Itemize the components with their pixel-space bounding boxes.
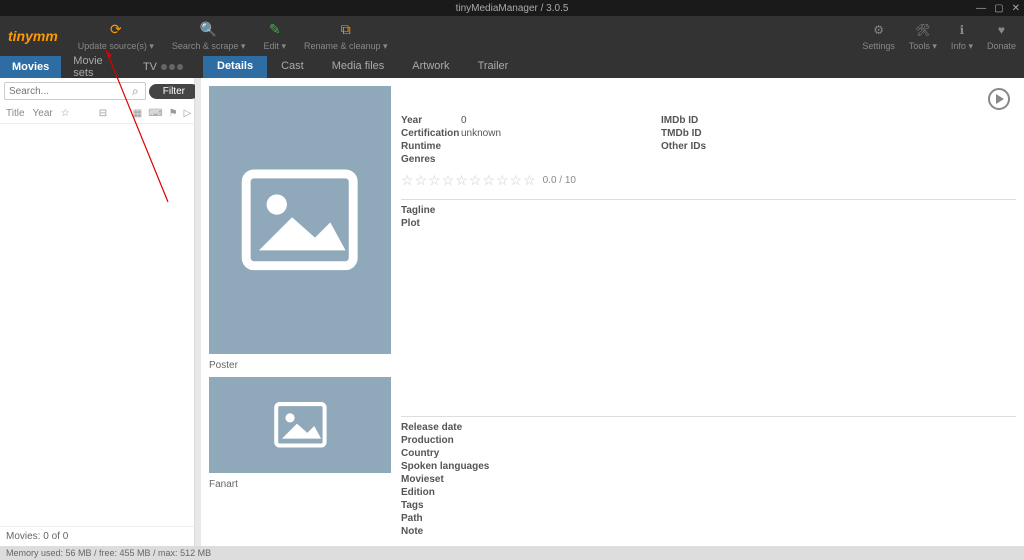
tab-tv[interactable]: TV [131, 56, 195, 78]
gear-icon: ⚙ [870, 21, 888, 39]
right-panel: Poster Fanart Year0 Certificat [201, 78, 1024, 546]
col-year[interactable]: Year [33, 108, 53, 119]
tab-details[interactable]: Details [203, 56, 267, 78]
star-icon: ☆ [415, 172, 428, 189]
rename-icon: ⧉ [337, 21, 355, 39]
col-title[interactable]: Title [6, 108, 25, 119]
column-headers: Title Year ☆ ⊟ ▦ ⌨ ⚑ ▷ ✎ [0, 104, 194, 124]
info-column: Year0 Certificationunknown Runtime Genre… [401, 86, 1016, 538]
window-title: tinyMediaManager / 3.0.5 [456, 3, 569, 14]
flag-icon[interactable]: ⚑ [169, 108, 178, 119]
star-icon: ☆ [442, 172, 455, 189]
statusbar: Memory used: 56 MB / free: 455 MB / max:… [0, 546, 1024, 560]
filter-button[interactable]: Filter [149, 84, 199, 99]
disc-icon[interactable]: ⊟ [99, 108, 127, 119]
search-input[interactable] [4, 82, 146, 100]
poster-caption: Poster [209, 360, 391, 371]
tab-media-files[interactable]: Media files [318, 56, 399, 78]
rating-stars: ☆☆☆☆☆☆☆☆☆☆ 0.0 / 10 [401, 172, 1016, 189]
movie-count: Movies: 0 of 0 [0, 526, 194, 546]
refresh-icon: ⟳ [107, 21, 125, 39]
movie-list [0, 124, 194, 526]
poster-placeholder [209, 86, 391, 354]
heart-icon: ♥ [992, 21, 1010, 39]
path-label: Path [401, 513, 491, 524]
tv-dots-icon [161, 64, 183, 70]
imdb-label: IMDb ID [661, 115, 721, 126]
star-icon: ☆ [428, 172, 441, 189]
star-icon: ☆ [510, 172, 523, 189]
runtime-label: Runtime [401, 141, 461, 152]
star-icon: ☆ [482, 172, 495, 189]
search-icon: ⌕ [132, 84, 139, 99]
tab-trailer[interactable]: Trailer [464, 56, 523, 78]
left-panel: ⌕ Filter Title Year ☆ ⊟ ▦ ⌨ ⚑ ▷ ✎ Movies… [0, 78, 195, 546]
spoken-label: Spoken languages [401, 461, 491, 472]
cert-value: unknown [461, 128, 501, 139]
info-button[interactable]: ℹ Info ▾ [951, 21, 973, 52]
cert-label: Certification [401, 128, 461, 139]
plot-label: Plot [401, 218, 461, 229]
play-button[interactable] [988, 88, 1010, 110]
image-icon[interactable]: ▦ [133, 108, 142, 119]
close-icon[interactable]: ✕ [1012, 3, 1020, 14]
placeholder-image-icon [264, 396, 337, 454]
maximize-icon[interactable]: ▢ [994, 3, 1003, 14]
tmdb-label: TMDb ID [661, 128, 721, 139]
update-sources-button[interactable]: ⟳ Update source(s) ▾ [78, 21, 154, 52]
fanart-placeholder [209, 377, 391, 473]
tab-movies[interactable]: Movies [0, 56, 61, 78]
info-icon: ℹ [953, 21, 971, 39]
toolbar: tinymm ⟳ Update source(s) ▾ 🔍 Search & s… [0, 16, 1024, 56]
memory-status: Memory used: 56 MB / free: 455 MB / max:… [6, 548, 211, 558]
other-ids-label: Other IDs [661, 141, 721, 152]
production-label: Production [401, 435, 491, 446]
genres-label: Genres [401, 154, 461, 165]
star-icon: ☆ [496, 172, 509, 189]
placeholder-image-icon [236, 126, 363, 314]
wrench-icon: 🛠 [914, 21, 932, 39]
titlebar: tinyMediaManager / 3.0.5 — ▢ ✕ [0, 0, 1024, 16]
play-icon[interactable]: ▷ [184, 108, 192, 119]
logo: tinymm [8, 28, 58, 44]
donate-button[interactable]: ♥ Donate [987, 21, 1016, 51]
movieset-label: Movieset [401, 474, 491, 485]
tab-moviesets[interactable]: Movie sets [61, 56, 131, 78]
tags-label: Tags [401, 500, 491, 511]
tools-button[interactable]: 🛠 Tools ▾ [909, 21, 937, 52]
star-icon[interactable]: ☆ [61, 108, 93, 119]
edition-label: Edition [401, 487, 491, 498]
release-label: Release date [401, 422, 491, 433]
tab-artwork[interactable]: Artwork [398, 56, 463, 78]
chat-icon[interactable]: ⌨ [148, 108, 162, 119]
year-label: Year [401, 115, 461, 126]
country-label: Country [401, 448, 491, 459]
minimize-icon[interactable]: — [976, 3, 986, 14]
rating-value: 0.0 / 10 [543, 175, 576, 186]
star-icon: ☆ [455, 172, 468, 189]
tab-cast[interactable]: Cast [267, 56, 318, 78]
settings-button[interactable]: ⚙ Settings [862, 21, 895, 51]
fanart-caption: Fanart [209, 479, 391, 490]
tabs-row: Movies Movie sets TV Details Cast Media … [0, 56, 1024, 78]
rename-cleanup-button[interactable]: ⧉ Rename & cleanup ▾ [304, 21, 388, 52]
note-label: Note [401, 526, 491, 537]
tagline-label: Tagline [401, 205, 461, 216]
year-value: 0 [461, 115, 467, 126]
pencil-icon: ✎ [266, 21, 284, 39]
star-icon: ☆ [401, 172, 414, 189]
search-scrape-button[interactable]: 🔍 Search & scrape ▾ [172, 21, 246, 52]
star-icon: ☆ [469, 172, 482, 189]
star-icon: ☆ [523, 172, 536, 189]
edit-button[interactable]: ✎ Edit ▾ [263, 21, 286, 52]
magnifier-icon: 🔍 [200, 21, 218, 39]
